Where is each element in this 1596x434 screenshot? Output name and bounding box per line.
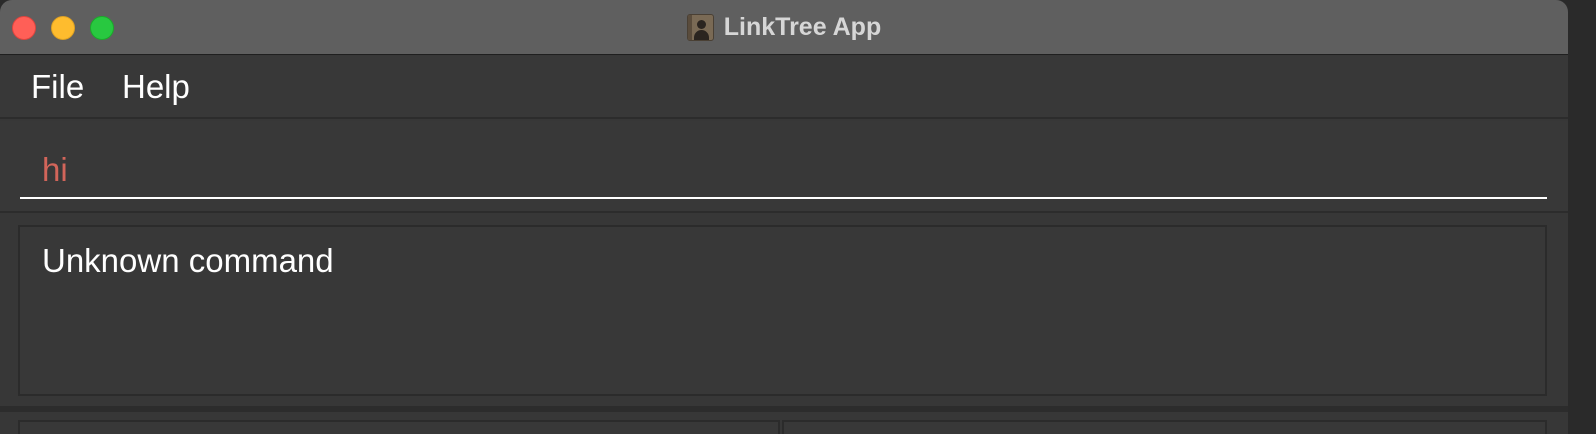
contacts-book-icon [686,14,714,41]
window-title: LinkTree App [723,13,882,41]
window-title-group: LinkTree App [0,0,1568,55]
bottom-left-panel [18,420,780,434]
menu-bar: File Help [0,56,1568,119]
app-window: LinkTree App File Help Unknown command [0,0,1568,434]
menu-help[interactable]: Help [122,68,190,106]
result-display: Unknown command [18,225,1547,396]
panel-divider [0,406,1568,412]
command-input[interactable] [20,143,1547,199]
bottom-right-panel [782,420,1547,434]
result-message: Unknown command [42,242,334,279]
title-bar[interactable]: LinkTree App [0,0,1568,55]
menu-file[interactable]: File [31,68,84,106]
command-box-container [0,121,1568,213]
